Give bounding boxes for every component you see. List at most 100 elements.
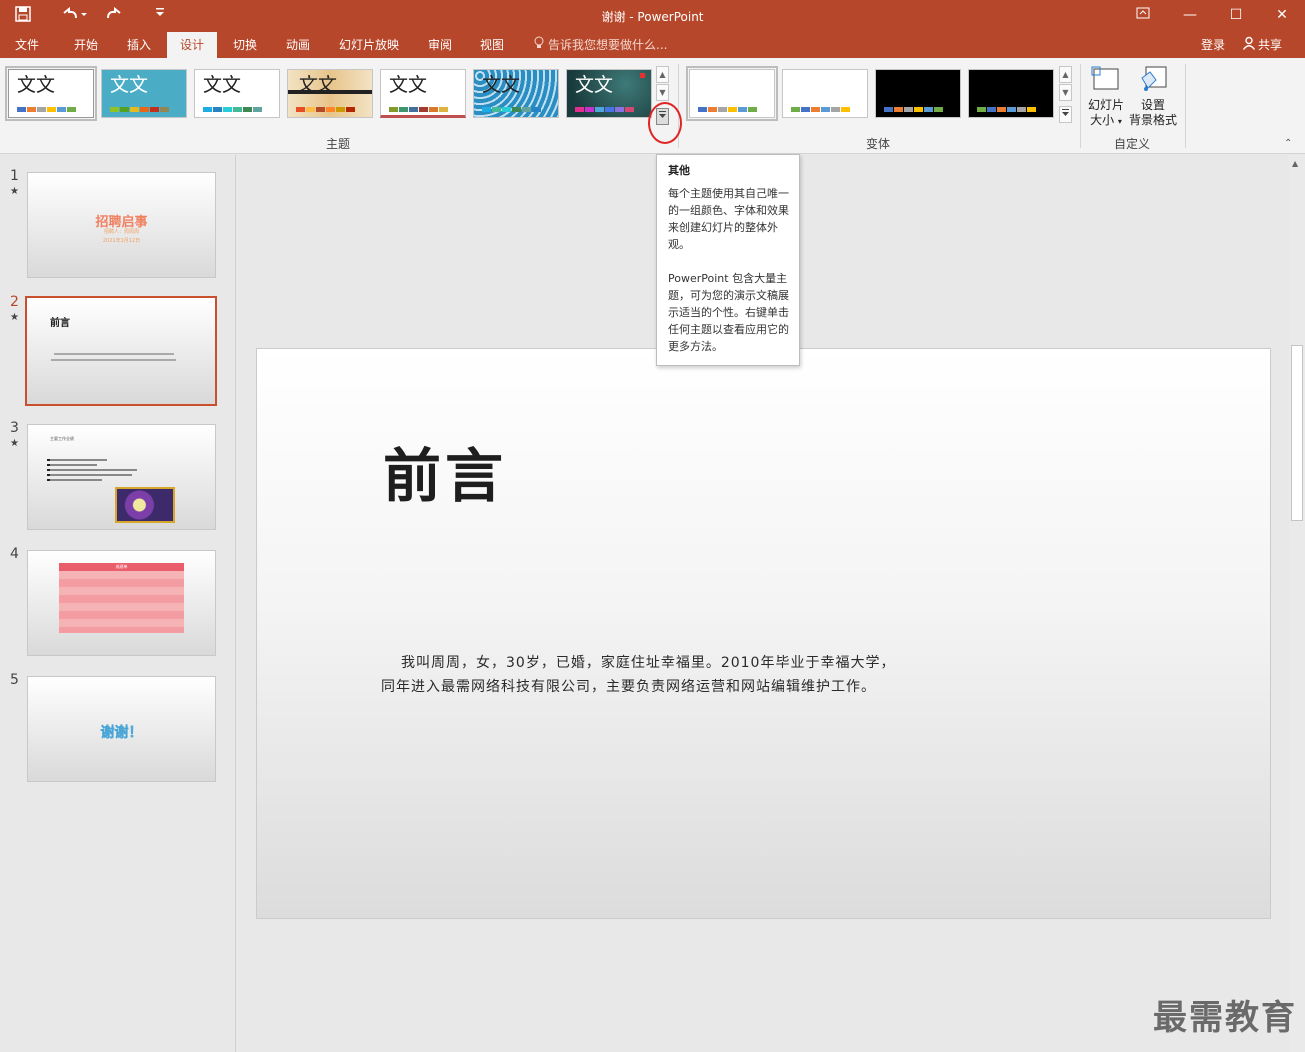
animation-star-icon: ★ [10, 312, 19, 323]
theme-sample-text: 文文 [389, 74, 428, 96]
tab-insert[interactable]: 插入 [113, 32, 165, 58]
theme-sample-text: 文文 [296, 74, 335, 96]
thumb-table: 成绩单 [59, 563, 184, 633]
tooltip-title: 其他 [668, 164, 690, 177]
slide-number: 2 [10, 294, 19, 310]
highlight-circle [648, 102, 682, 144]
variant-1[interactable] [686, 66, 778, 121]
slide-number: 3 [10, 420, 19, 436]
group-separator [1185, 64, 1186, 148]
ribbon-display-options-icon[interactable] [1125, 4, 1161, 26]
slide-thumbnail-5[interactable]: 谢谢！ [27, 676, 216, 782]
theme-wisp[interactable]: 文文 [566, 69, 652, 118]
slide-size-label-1: 幻灯片 [1087, 98, 1124, 112]
scrollbar-thumb[interactable] [1291, 345, 1303, 521]
thumb-title: 前言 [50, 318, 70, 329]
thumb-table-title: 成绩单 [59, 563, 184, 571]
current-slide-canvas[interactable]: 前言 我叫周周，女，30岁，已婚，家庭住址幸福里。2010年毕业于幸福大学， 同… [256, 348, 1271, 919]
slide-body-line-2: 同年进入最需网络科技有限公司，主要负责网络运营和网站编辑维护工作。 [381, 679, 876, 695]
format-background-label-2: 背景格式 [1128, 113, 1177, 127]
powerpoint-window: { "app": {"window_title": "谢谢 - PowerPoi… [0, 0, 1305, 1052]
theme-facet[interactable]: 文文 [101, 69, 187, 118]
thumb-bullet-list [47, 459, 137, 481]
format-background-button[interactable]: 设置 背景格式 [1128, 64, 1178, 128]
format-background-icon [1138, 64, 1168, 94]
thumb-subtitle: 招聘人：周周周 [103, 229, 139, 235]
tooltip-paragraph-2: PowerPoint 包含大量主题，可为您的演示文稿展示适当的个性。右键单击任何… [668, 272, 789, 353]
vertical-scrollbar[interactable]: ▲ [1289, 155, 1305, 1052]
window-title: 谢谢 - PowerPoint [601, 10, 704, 24]
thumb-flower-image [115, 487, 175, 523]
tab-home[interactable]: 开始 [60, 32, 112, 58]
minimize-button[interactable]: — [1172, 4, 1208, 26]
design-ribbon: 文文 文文 文文 文文 文文 文文 文文 ▲ ▼ 主题 ▲ ▼ 变体 幻灯片 大… [0, 58, 1305, 154]
group-label-variants: 变体 [865, 137, 890, 151]
tab-slideshow[interactable]: 幻灯片放映 [330, 32, 408, 58]
collapse-ribbon-icon[interactable]: ⌃ [1284, 138, 1292, 149]
slide-size-icon [1091, 64, 1121, 94]
slide-title-placeholder[interactable]: 前言 [383, 429, 507, 513]
theme-office[interactable]: 文文 [5, 66, 97, 121]
theme-integral[interactable]: 文文 [194, 69, 280, 118]
tab-view[interactable]: 视图 [467, 32, 517, 58]
variants-scroll-down[interactable]: ▼ [1059, 84, 1072, 101]
title-bar: 谢谢 - PowerPoint — ☐ ✕ [0, 0, 1305, 32]
theme-sample-text: 文文 [575, 74, 614, 96]
tab-design[interactable]: 设计 [167, 32, 217, 58]
variant-3[interactable] [875, 69, 961, 118]
theme-sample-text: 文文 [110, 74, 149, 96]
scroll-up-arrow-icon[interactable]: ▲ [1292, 159, 1298, 168]
maximize-button[interactable]: ☐ [1218, 4, 1254, 26]
animation-star-icon: ★ [10, 438, 19, 449]
variants-scroll-up[interactable]: ▲ [1059, 66, 1072, 83]
variant-4[interactable] [968, 69, 1054, 118]
close-button[interactable]: ✕ [1264, 4, 1300, 26]
slide-size-label-2: 大小 [1090, 113, 1115, 127]
share-button[interactable]: 共享 [1238, 34, 1288, 56]
thumb-text-line [51, 359, 176, 361]
themes-scroll-down[interactable]: ▼ [656, 84, 669, 101]
slide-thumbnail-4[interactable]: 成绩单 [27, 550, 216, 656]
variants-more-button[interactable] [1059, 106, 1072, 123]
themes-scroll-up[interactable]: ▲ [656, 66, 669, 83]
slide-thumbnail-2[interactable]: 前言 [25, 296, 217, 406]
dropdown-arrow-icon: ▾ [1117, 117, 1122, 126]
thumb-date: 2021年1月12日 [102, 238, 141, 244]
share-label: 共享 [1258, 38, 1283, 52]
thumb-title: 谢谢！ [100, 725, 143, 742]
animation-star-icon: ★ [10, 186, 19, 197]
slide-thumbnail-pane: 1 ★ 招聘启事 招聘人：周周周 2021年1月12日 2 ★ 前言 3 ★ 主… [0, 155, 236, 1052]
thumb-text-line [54, 353, 174, 355]
tab-review[interactable]: 审阅 [415, 32, 465, 58]
sign-in-link[interactable]: 登录 [1201, 32, 1225, 58]
group-separator [1080, 64, 1081, 148]
tab-animations[interactable]: 动画 [273, 32, 323, 58]
theme-ion-boardroom[interactable]: 文文 [287, 69, 373, 118]
person-icon [1242, 35, 1258, 57]
slide-number: 1 [10, 168, 19, 184]
watermark-text: 最需教育 [1153, 998, 1297, 1038]
slide-number: 5 [10, 672, 19, 688]
slide-thumbnail-3[interactable]: 主要工作业绩 [27, 424, 216, 530]
tab-file[interactable]: 文件 [0, 32, 54, 58]
lightbulb-icon [534, 32, 548, 58]
theme-sample-text: 文文 [203, 74, 242, 96]
slide-body-placeholder[interactable]: 我叫周周，女，30岁，已婚，家庭住址幸福里。2010年毕业于幸福大学， 同年进入… [381, 651, 941, 699]
theme-retrospect[interactable]: 文文 [473, 69, 559, 118]
group-label-customize: 自定义 [1113, 137, 1150, 151]
tab-transitions[interactable]: 切换 [220, 32, 270, 58]
slide-thumbnail-1[interactable]: 招聘启事 招聘人：周周周 2021年1月12日 [27, 172, 216, 278]
theme-sample-text: 文文 [482, 74, 521, 96]
slide-body-line-1: 我叫周周，女，30岁，已婚，家庭住址幸福里。2010年毕业于幸福大学， [401, 655, 896, 671]
group-label-themes: 主题 [325, 137, 350, 151]
theme-organic[interactable]: 文文 [380, 69, 466, 118]
format-background-label-1: 设置 [1140, 98, 1165, 112]
variant-2[interactable] [782, 69, 868, 118]
theme-sample-text: 文文 [17, 74, 56, 96]
tooltip-paragraph-1: 每个主题使用其自己唯一的一组颜色、字体和效果来创建幻灯片的整体外观。 [668, 187, 789, 251]
more-themes-tooltip: 其他 每个主题使用其自己唯一的一组颜色、字体和效果来创建幻灯片的整体外观。 Po… [656, 154, 800, 366]
slide-size-button[interactable]: 幻灯片 大小 ▾ [1084, 64, 1128, 129]
thumb-title: 主要工作业绩 [50, 436, 74, 441]
ribbon-tabs: 文件 开始 插入 设计 切换 动画 幻灯片放映 审阅 视图 告诉我您想要做什么.… [0, 32, 1305, 58]
tell-me-search[interactable]: 告诉我您想要做什么... [534, 32, 667, 58]
